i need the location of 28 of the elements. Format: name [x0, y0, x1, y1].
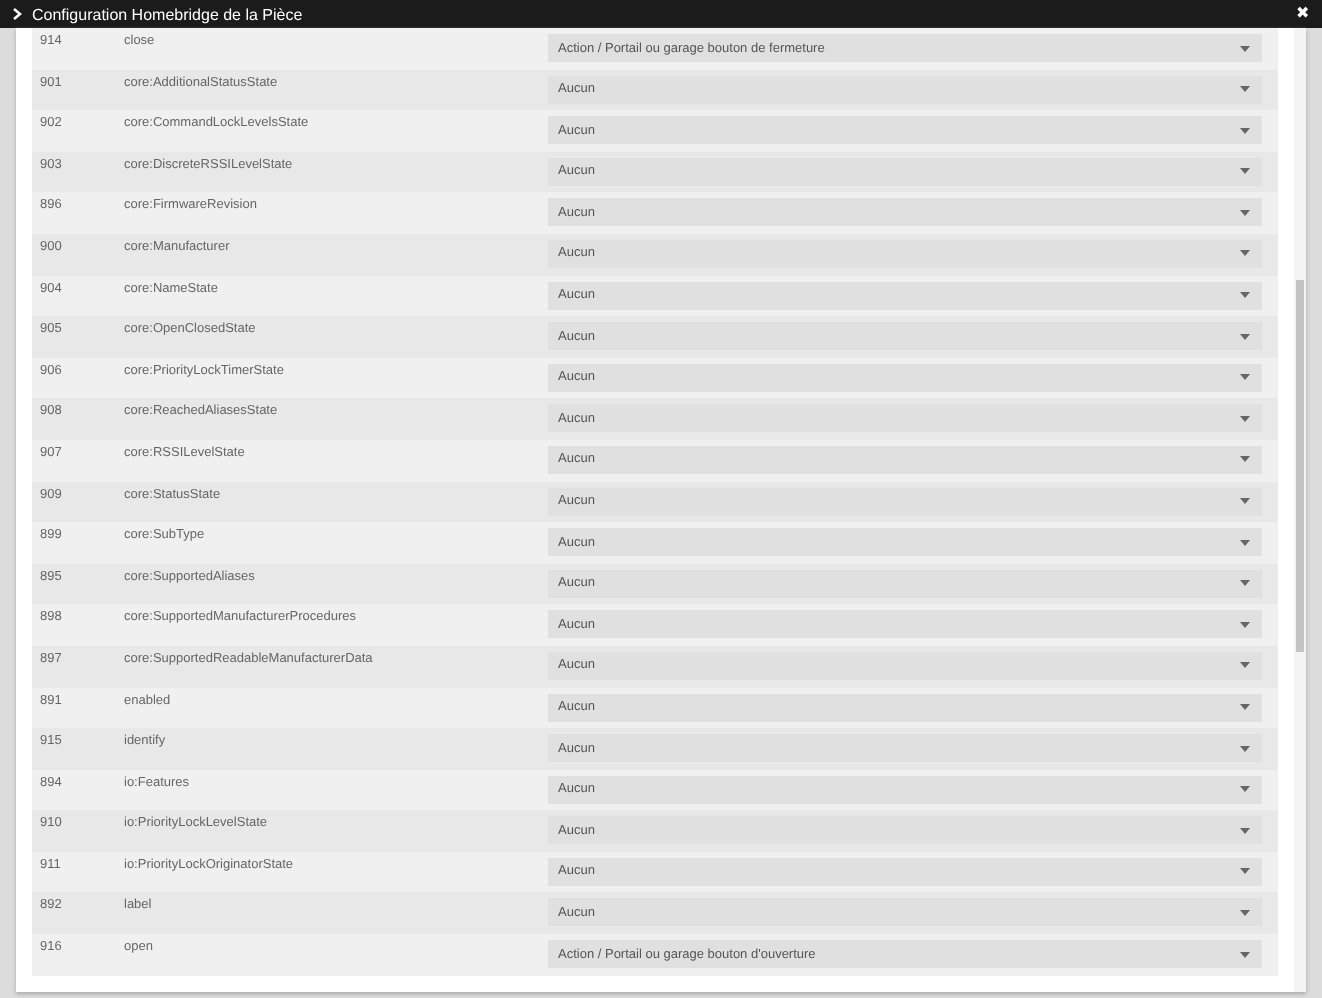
caret-down-icon [1240, 127, 1250, 134]
caret-down-icon [1240, 621, 1250, 628]
caret-down-icon [1240, 539, 1250, 546]
caret-down-icon [1240, 951, 1250, 958]
caret-down-icon [1240, 786, 1250, 793]
caret-down-icon [1240, 45, 1250, 51]
caret-down-icon [1240, 704, 1250, 710]
caret-down-icon [1240, 168, 1250, 175]
caret-down-icon [1240, 86, 1250, 93]
caret-down-icon [1240, 580, 1250, 587]
scrollbar-thumb[interactable] [1296, 280, 1304, 652]
chevron-right-icon [12, 8, 22, 20]
caret-down-icon [1240, 827, 1250, 834]
caret-down-icon [1240, 498, 1250, 505]
caret-down-icon [1240, 745, 1250, 752]
dialog-title: Configuration Homebridge de la Pièce [32, 5, 305, 23]
caret-down-icon [1240, 868, 1250, 875]
caret-down-icon [1240, 374, 1250, 381]
caret-down-icon [1240, 333, 1250, 340]
caret-down-icon [1240, 209, 1250, 216]
close-button[interactable]: ✖ [1292, 6, 1314, 22]
caret-down-icon [1240, 909, 1250, 916]
scrollbar[interactable] [1294, 28, 1306, 992]
caret-down-icon [1240, 250, 1250, 257]
caret-down-icon [1240, 662, 1250, 669]
caret-down-icon [1240, 292, 1250, 299]
caret-down-icon [1240, 456, 1250, 463]
caret-down-icon [1240, 415, 1250, 422]
